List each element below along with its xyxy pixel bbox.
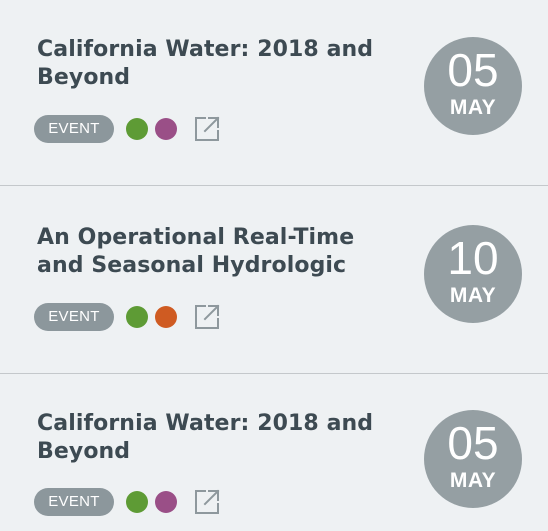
category-dot <box>155 118 177 140</box>
event-title[interactable]: An Operational Real-Time and Seasonal Hy… <box>37 224 382 280</box>
event-date-badge: 05 MAY <box>424 410 522 508</box>
event-date-badge: 10 MAY <box>424 225 522 323</box>
event-day: 10 <box>447 232 499 284</box>
event-card[interactable]: California Water: 2018 and Beyond EVENT … <box>0 374 548 531</box>
category-dot <box>126 306 148 328</box>
category-dot <box>126 491 148 513</box>
event-meta: EVENT <box>34 303 222 331</box>
event-title[interactable]: California Water: 2018 and Beyond <box>37 410 382 466</box>
category-dot <box>126 118 148 140</box>
event-title[interactable]: California Water: 2018 and Beyond <box>37 36 382 92</box>
external-link-icon[interactable] <box>192 487 222 517</box>
external-link-icon[interactable] <box>192 302 222 332</box>
event-tag-badge: EVENT <box>34 488 114 516</box>
event-tag-badge: EVENT <box>34 115 114 143</box>
event-day: 05 <box>447 417 499 469</box>
event-month: MAY <box>449 469 497 492</box>
category-dot <box>155 491 177 513</box>
event-card[interactable]: An Operational Real-Time and Seasonal Hy… <box>0 186 548 374</box>
event-list: California Water: 2018 and Beyond EVENT … <box>0 0 548 531</box>
external-link-icon[interactable] <box>192 114 222 144</box>
event-day: 05 <box>447 44 499 96</box>
event-meta: EVENT <box>34 115 222 143</box>
event-month: MAY <box>449 96 497 119</box>
event-meta: EVENT <box>34 488 222 516</box>
event-month: MAY <box>449 284 497 307</box>
category-dot <box>155 306 177 328</box>
event-tag-badge: EVENT <box>34 303 114 331</box>
event-date-badge: 05 MAY <box>424 37 522 135</box>
event-card[interactable]: California Water: 2018 and Beyond EVENT … <box>0 0 548 186</box>
